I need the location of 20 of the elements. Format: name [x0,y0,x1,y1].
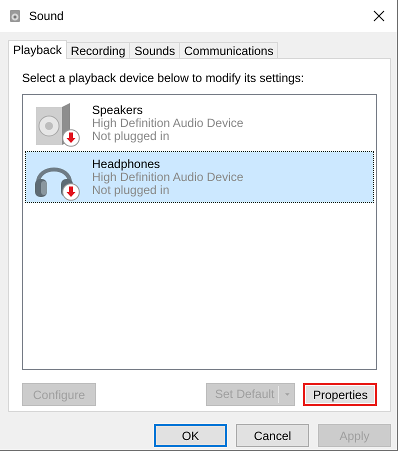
window-title: Sound [29,9,65,23]
caret-icon [285,392,290,397]
device-name: Speakers [92,104,144,116]
tab[interactable]: Recording [66,42,130,58]
device-status: Not plugged in [92,130,170,142]
dialog-button[interactable]: Cancel [236,424,309,447]
tab[interactable]: Sounds [129,42,180,58]
close-icon[interactable] [373,10,385,22]
tab[interactable]: Communications [179,42,278,58]
device-description: High Definition Audio Device [92,116,244,130]
dialog-button[interactable]: OK [154,424,227,447]
device-description: High Definition Audio Device [92,170,244,184]
tab[interactable]: Playback [8,40,67,59]
device-item[interactable]: Headphones High Definition Audio Device Not plugged in [25,151,374,203]
properties-button[interactable]: Properties [303,383,377,406]
device-name: Headphones [92,158,162,170]
device-status: Not plugged in [92,184,170,196]
instruction-text: Select a playback device below to modify its settings: [22,71,306,85]
device-item[interactable]: Speakers High Definition Audio Device Not plugged in [25,97,374,149]
speaker-icon [8,9,22,23]
